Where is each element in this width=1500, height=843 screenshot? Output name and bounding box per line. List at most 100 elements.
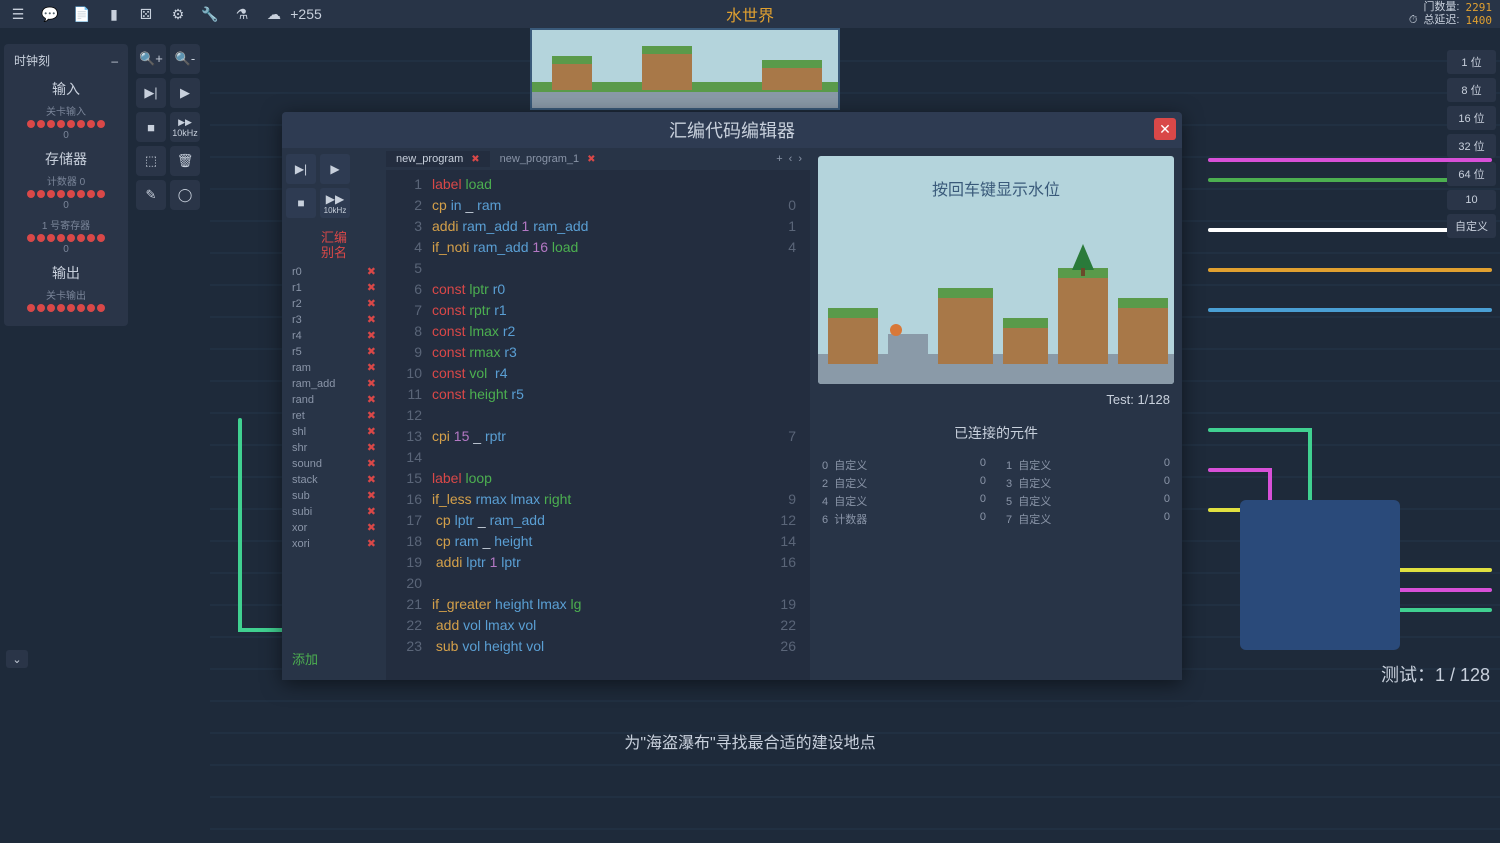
- editor-tab[interactable]: new_program✖: [386, 151, 490, 167]
- editor-tab[interactable]: new_program_1✖: [490, 151, 606, 167]
- clock-header[interactable]: 时钟刻 –: [8, 50, 124, 71]
- code-line[interactable]: 23 sub vol height vol26: [386, 636, 810, 657]
- delete-icon[interactable]: ✖: [367, 457, 376, 470]
- code-line[interactable]: 5: [386, 258, 810, 279]
- code-line[interactable]: 6const lptr r0: [386, 279, 810, 300]
- bit-width-pill[interactable]: 10: [1447, 190, 1496, 210]
- code-line[interactable]: 3addi ram_add 1 ram_add1: [386, 216, 810, 237]
- code-line[interactable]: 21if_greater height lmax lg19: [386, 594, 810, 615]
- code-line[interactable]: 13cpi 15 _ rptr7: [386, 426, 810, 447]
- alias-row[interactable]: rand✖: [286, 392, 382, 407]
- play-button[interactable]: ▶: [170, 78, 200, 108]
- chat-icon[interactable]: 💬: [40, 4, 60, 24]
- delete-icon[interactable]: ✖: [367, 361, 376, 374]
- code-line[interactable]: 7const rptr r1: [386, 300, 810, 321]
- close-button[interactable]: ✕: [1154, 118, 1176, 140]
- flask-icon[interactable]: ⚗: [232, 4, 252, 24]
- code-line[interactable]: 11const height r5: [386, 384, 810, 405]
- zoom-in-icon[interactable]: 🔍+: [136, 44, 166, 74]
- delete-icon[interactable]: ✖: [367, 521, 376, 534]
- alias-row[interactable]: sub✖: [286, 488, 382, 503]
- code-line[interactable]: 16if_less rmax lmax right9: [386, 489, 810, 510]
- bit-width-pill[interactable]: 64 位: [1447, 162, 1496, 186]
- bit-width-pill[interactable]: 自定义: [1447, 214, 1496, 238]
- code-line[interactable]: 1label load: [386, 174, 810, 195]
- delete-icon[interactable]: ✖: [367, 329, 376, 342]
- wrench-icon[interactable]: 🔧: [200, 4, 220, 24]
- delete-icon[interactable]: ✖: [367, 409, 376, 422]
- stop-button[interactable]: ■: [136, 112, 166, 142]
- circuit-component[interactable]: [1240, 500, 1400, 650]
- delete-icon[interactable]: ✖: [367, 393, 376, 406]
- file-icon[interactable]: 📄: [72, 4, 92, 24]
- step-run-button[interactable]: ▶|: [286, 154, 316, 184]
- step-button[interactable]: ▶|: [136, 78, 166, 108]
- delete-icon[interactable]: ✖: [367, 425, 376, 438]
- code-line[interactable]: 9const rmax r3: [386, 342, 810, 363]
- expand-button[interactable]: ⌄: [6, 650, 28, 668]
- delete-icon[interactable]: ✖: [367, 473, 376, 486]
- stop-run-button[interactable]: ■: [286, 188, 316, 218]
- bit-width-pill[interactable]: 32 位: [1447, 134, 1496, 158]
- fast-button[interactable]: ▶▶10kHz: [170, 112, 200, 142]
- alias-row[interactable]: r2✖: [286, 296, 382, 311]
- alias-row[interactable]: subi✖: [286, 504, 382, 519]
- close-tab-icon[interactable]: ✖: [587, 154, 595, 165]
- delete-icon[interactable]: ✖: [367, 313, 376, 326]
- bit-width-pill[interactable]: 16 位: [1447, 106, 1496, 130]
- alias-row[interactable]: r3✖: [286, 312, 382, 327]
- tree-icon[interactable]: ⚄: [136, 4, 156, 24]
- select-icon[interactable]: ⬚: [136, 146, 166, 176]
- alias-row[interactable]: shl✖: [286, 424, 382, 439]
- code-line[interactable]: 17 cp lptr _ ram_add12: [386, 510, 810, 531]
- delete-icon[interactable]: ✖: [367, 489, 376, 502]
- delete-icon[interactable]: ✖: [367, 441, 376, 454]
- edit-icon[interactable]: ✎: [136, 180, 166, 210]
- alias-row[interactable]: r4✖: [286, 328, 382, 343]
- menu-icon[interactable]: ☰: [8, 4, 28, 24]
- code-line[interactable]: 14: [386, 447, 810, 468]
- trash-icon[interactable]: 🗑: [170, 146, 200, 176]
- alias-row[interactable]: ret✖: [286, 408, 382, 423]
- code-line[interactable]: 22 add vol lmax vol22: [386, 615, 810, 636]
- code-line[interactable]: 12: [386, 405, 810, 426]
- tab-controls[interactable]: +‹›: [768, 151, 810, 167]
- minus-icon[interactable]: –: [111, 54, 118, 68]
- plus-count[interactable]: +255: [296, 4, 316, 24]
- code-line[interactable]: 2cp in _ ram0: [386, 195, 810, 216]
- cloud-icon[interactable]: ☁: [264, 4, 284, 24]
- fast-run-button[interactable]: ▶▶10kHz: [320, 188, 350, 218]
- code-line[interactable]: 18 cp ram _ height14: [386, 531, 810, 552]
- alias-row[interactable]: ram_add✖: [286, 376, 382, 391]
- alias-row[interactable]: r0✖: [286, 264, 382, 279]
- delete-icon[interactable]: ✖: [367, 265, 376, 278]
- alias-row[interactable]: xor✖: [286, 520, 382, 535]
- alias-row[interactable]: ram✖: [286, 360, 382, 375]
- delete-icon[interactable]: ✖: [367, 377, 376, 390]
- code-area[interactable]: 1label load2cp in _ ram03addi ram_add 1 …: [386, 170, 810, 680]
- code-line[interactable]: 20: [386, 573, 810, 594]
- alias-row[interactable]: r1✖: [286, 280, 382, 295]
- alias-row[interactable]: r5✖: [286, 344, 382, 359]
- code-line[interactable]: 19 addi lptr 1 lptr16: [386, 552, 810, 573]
- delete-icon[interactable]: ✖: [367, 297, 376, 310]
- delete-icon[interactable]: ✖: [367, 537, 376, 550]
- gear-icon[interactable]: ⚙: [168, 4, 188, 24]
- book-icon[interactable]: ▮: [104, 4, 124, 24]
- bit-width-pill[interactable]: 8 位: [1447, 78, 1496, 102]
- code-line[interactable]: 8const lmax r2: [386, 321, 810, 342]
- refresh-icon[interactable]: ◯: [170, 180, 200, 210]
- code-line[interactable]: 4if_noti ram_add 16 load4: [386, 237, 810, 258]
- code-line[interactable]: 15label loop: [386, 468, 810, 489]
- code-line[interactable]: 10const vol r4: [386, 363, 810, 384]
- delete-icon[interactable]: ✖: [367, 505, 376, 518]
- alias-row[interactable]: xori✖: [286, 536, 382, 551]
- alias-row[interactable]: shr✖: [286, 440, 382, 455]
- close-tab-icon[interactable]: ✖: [471, 154, 479, 165]
- add-alias-button[interactable]: 添加: [286, 643, 382, 674]
- bit-width-pill[interactable]: 1 位: [1447, 50, 1496, 74]
- alias-row[interactable]: stack✖: [286, 472, 382, 487]
- play-run-button[interactable]: ▶: [320, 154, 350, 184]
- delete-icon[interactable]: ✖: [367, 281, 376, 294]
- zoom-out-icon[interactable]: 🔍-: [170, 44, 200, 74]
